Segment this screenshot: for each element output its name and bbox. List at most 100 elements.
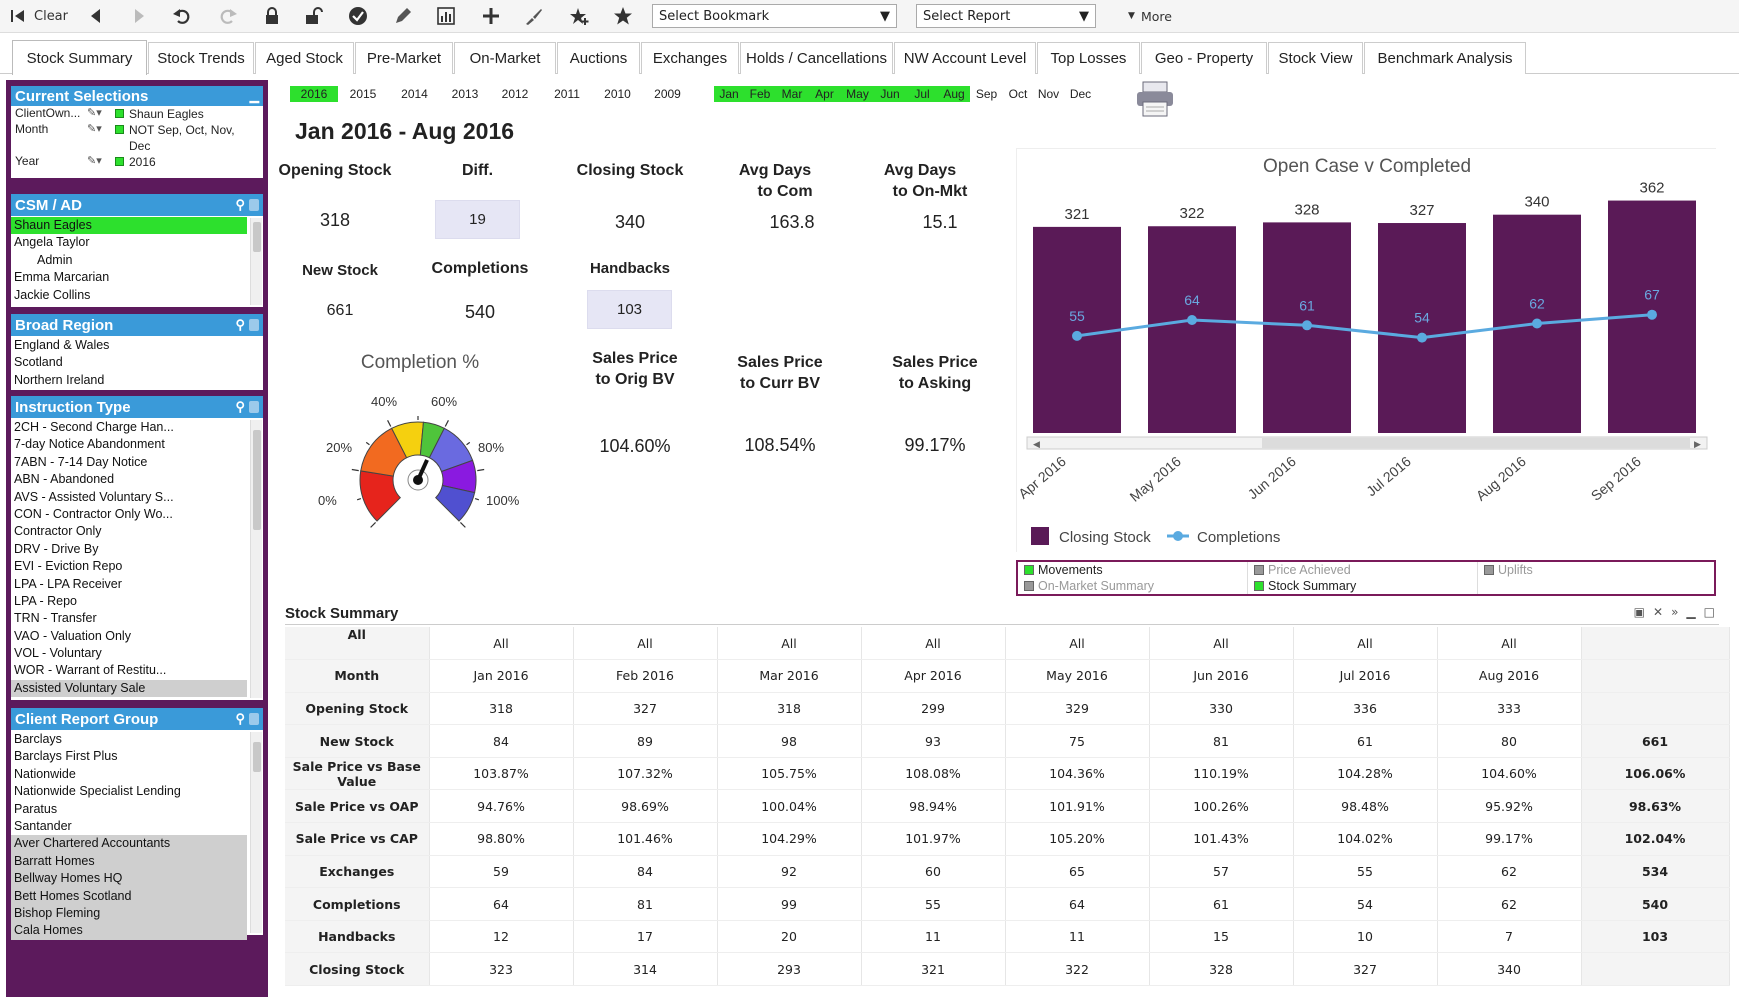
instr-item[interactable]: ABN - Abandoned bbox=[11, 471, 247, 488]
instr-item[interactable]: 7ABN - 7-14 Day Notice bbox=[11, 454, 247, 471]
filter-all-cell[interactable]: All bbox=[429, 627, 574, 661]
csm-scroll-thumb[interactable] bbox=[253, 222, 261, 252]
unlock-button[interactable] bbox=[303, 5, 325, 27]
month-header-cell[interactable]: Jan 2016 bbox=[429, 659, 574, 693]
tab-stock-view[interactable]: Stock View bbox=[1268, 42, 1363, 74]
lock-icon[interactable] bbox=[249, 401, 259, 413]
crg-scroll-thumb[interactable] bbox=[253, 742, 261, 772]
filter-all-cell[interactable]: All bbox=[1005, 627, 1150, 661]
month-header-cell[interactable]: Feb 2016 bbox=[573, 659, 718, 693]
mini-tab-on-market-summary[interactable]: On-Market Summary bbox=[1024, 579, 1154, 593]
bar-closing-stock[interactable] bbox=[1378, 223, 1466, 433]
instr-item[interactable]: Assisted Voluntary Sale bbox=[11, 679, 247, 698]
chart-scroll-thumb[interactable] bbox=[1262, 438, 1690, 448]
month-dec[interactable]: Dec bbox=[1064, 86, 1097, 102]
year-2010[interactable]: 2010 bbox=[593, 86, 642, 102]
crg-scrollbar[interactable] bbox=[250, 732, 262, 933]
completions-point[interactable] bbox=[1302, 320, 1312, 331]
brush-button[interactable] bbox=[523, 5, 545, 27]
add-bookmark-button[interactable] bbox=[567, 5, 591, 27]
tab-top-losses[interactable]: Top Losses bbox=[1037, 42, 1140, 74]
search-icon[interactable]: ⚲ bbox=[235, 711, 245, 727]
instr-scrollbar[interactable] bbox=[250, 420, 262, 698]
csm-item[interactable]: Jackie Collins bbox=[11, 287, 247, 304]
tab-auctions[interactable]: Auctions bbox=[557, 42, 640, 74]
crg-item[interactable]: Paratus bbox=[11, 801, 247, 818]
scroll-right-icon[interactable]: ▶ bbox=[1694, 440, 1701, 450]
instr-item[interactable]: Contractor Only bbox=[11, 523, 247, 540]
search-icon[interactable]: ⚲ bbox=[235, 197, 245, 213]
back-button[interactable] bbox=[85, 5, 107, 27]
redo-button[interactable] bbox=[217, 5, 239, 27]
month-jun[interactable]: Jun bbox=[874, 86, 906, 102]
export-icon[interactable]: ▣ bbox=[1634, 605, 1645, 624]
tab-stock-summary[interactable]: Stock Summary bbox=[12, 40, 147, 75]
mini-tab-uplifts[interactable]: Uplifts bbox=[1484, 563, 1533, 577]
report-button[interactable] bbox=[435, 5, 457, 27]
tab-on-market[interactable]: On-Market bbox=[454, 42, 556, 74]
bookmark-select[interactable]: Select Bookmark ▼ bbox=[652, 4, 897, 28]
tab-stock-trends[interactable]: Stock Trends bbox=[148, 42, 254, 74]
instr-item[interactable]: CON - Contractor Only Wo... bbox=[11, 506, 247, 523]
crg-item[interactable]: Bishop Fleming bbox=[11, 904, 247, 923]
month-header-cell[interactable]: Apr 2016 bbox=[861, 659, 1006, 693]
year-2012[interactable]: 2012 bbox=[489, 86, 541, 102]
tab-aged-stock[interactable]: Aged Stock bbox=[255, 42, 354, 74]
month-feb[interactable]: Feb bbox=[744, 86, 776, 102]
mini-tab-price-achieved[interactable]: Price Achieved bbox=[1254, 563, 1351, 577]
tab-nw-account-level[interactable]: NW Account Level bbox=[894, 42, 1036, 74]
month-header-cell[interactable]: Jun 2016 bbox=[1149, 659, 1294, 693]
month-oct[interactable]: Oct bbox=[1003, 86, 1033, 102]
instr-item[interactable]: WOR - Warrant of Restitu... bbox=[11, 662, 247, 679]
month-header-cell[interactable]: May 2016 bbox=[1005, 659, 1150, 693]
lock-icon[interactable] bbox=[249, 319, 259, 331]
month-may[interactable]: May bbox=[841, 86, 874, 102]
csm-item[interactable]: Emma Marcarian bbox=[11, 269, 247, 286]
tab-exchanges[interactable]: Exchanges bbox=[641, 42, 739, 74]
month-header-cell[interactable]: Aug 2016 bbox=[1437, 659, 1582, 693]
instr-item[interactable]: VAO - Valuation Only bbox=[11, 628, 247, 645]
expand-icon[interactable]: » bbox=[1671, 605, 1678, 624]
report-select[interactable]: Select Report ▼ bbox=[916, 4, 1096, 28]
bar-closing-stock[interactable] bbox=[1148, 226, 1236, 433]
instr-item[interactable]: DRV - Drive By bbox=[11, 541, 247, 558]
year-2016[interactable]: 2016 bbox=[290, 86, 338, 102]
year-2013[interactable]: 2013 bbox=[441, 86, 489, 102]
instr-item[interactable]: LPA - Repo bbox=[11, 593, 247, 610]
crg-item[interactable]: Cala Homes bbox=[11, 922, 247, 940]
completions-point[interactable] bbox=[1532, 318, 1542, 329]
filter-all-cell[interactable]: All bbox=[1149, 627, 1294, 661]
completions-point[interactable] bbox=[1647, 309, 1657, 320]
region-item[interactable]: Northern Ireland bbox=[11, 372, 247, 389]
csm-item[interactable]: Shaun Eagles bbox=[11, 217, 247, 235]
clear-field-icon[interactable]: ✎▾ bbox=[87, 106, 115, 122]
search-icon[interactable]: ⚲ bbox=[235, 399, 245, 415]
month-nov[interactable]: Nov bbox=[1033, 86, 1064, 102]
crg-item[interactable]: Nationwide bbox=[11, 766, 247, 783]
filter-all-cell[interactable]: All bbox=[285, 627, 430, 661]
month-jul[interactable]: Jul bbox=[906, 86, 938, 102]
search-icon[interactable]: ⚲ bbox=[235, 317, 245, 333]
tab-pre-market[interactable]: Pre-Market bbox=[355, 42, 453, 74]
check-button[interactable] bbox=[347, 5, 369, 27]
csm-item[interactable]: Admin bbox=[11, 252, 247, 269]
csm-item[interactable]: Angela Taylor bbox=[11, 234, 247, 251]
print-button[interactable] bbox=[1135, 80, 1175, 118]
tab-geo-property[interactable]: Geo - Property bbox=[1141, 42, 1267, 74]
year-2009[interactable]: 2009 bbox=[642, 86, 693, 102]
instr-item[interactable]: LPA - LPA Receiver bbox=[11, 576, 247, 593]
edit-button[interactable] bbox=[392, 5, 414, 27]
completions-point[interactable] bbox=[1187, 314, 1197, 325]
instr-item[interactable]: AVS - Assisted Voluntary S... bbox=[11, 489, 247, 506]
crg-item[interactable]: Barclays First Plus bbox=[11, 748, 247, 765]
tab-holds-cancellations[interactable]: Holds / Cancellations bbox=[740, 42, 893, 74]
undo-button[interactable] bbox=[171, 5, 193, 27]
mini-tab-stock-summary[interactable]: Stock Summary bbox=[1254, 579, 1356, 593]
month-apr[interactable]: Apr bbox=[808, 86, 841, 102]
clear-field-icon[interactable]: ✎▾ bbox=[87, 154, 115, 170]
instr-scroll-thumb[interactable] bbox=[253, 430, 261, 530]
minimize-icon[interactable]: ▁ bbox=[1686, 605, 1695, 624]
instr-item[interactable]: EVI - Eviction Repo bbox=[11, 558, 247, 575]
scroll-left-icon[interactable]: ◀ bbox=[1033, 440, 1040, 450]
tab-benchmark-analysis[interactable]: Benchmark Analysis bbox=[1364, 42, 1526, 74]
